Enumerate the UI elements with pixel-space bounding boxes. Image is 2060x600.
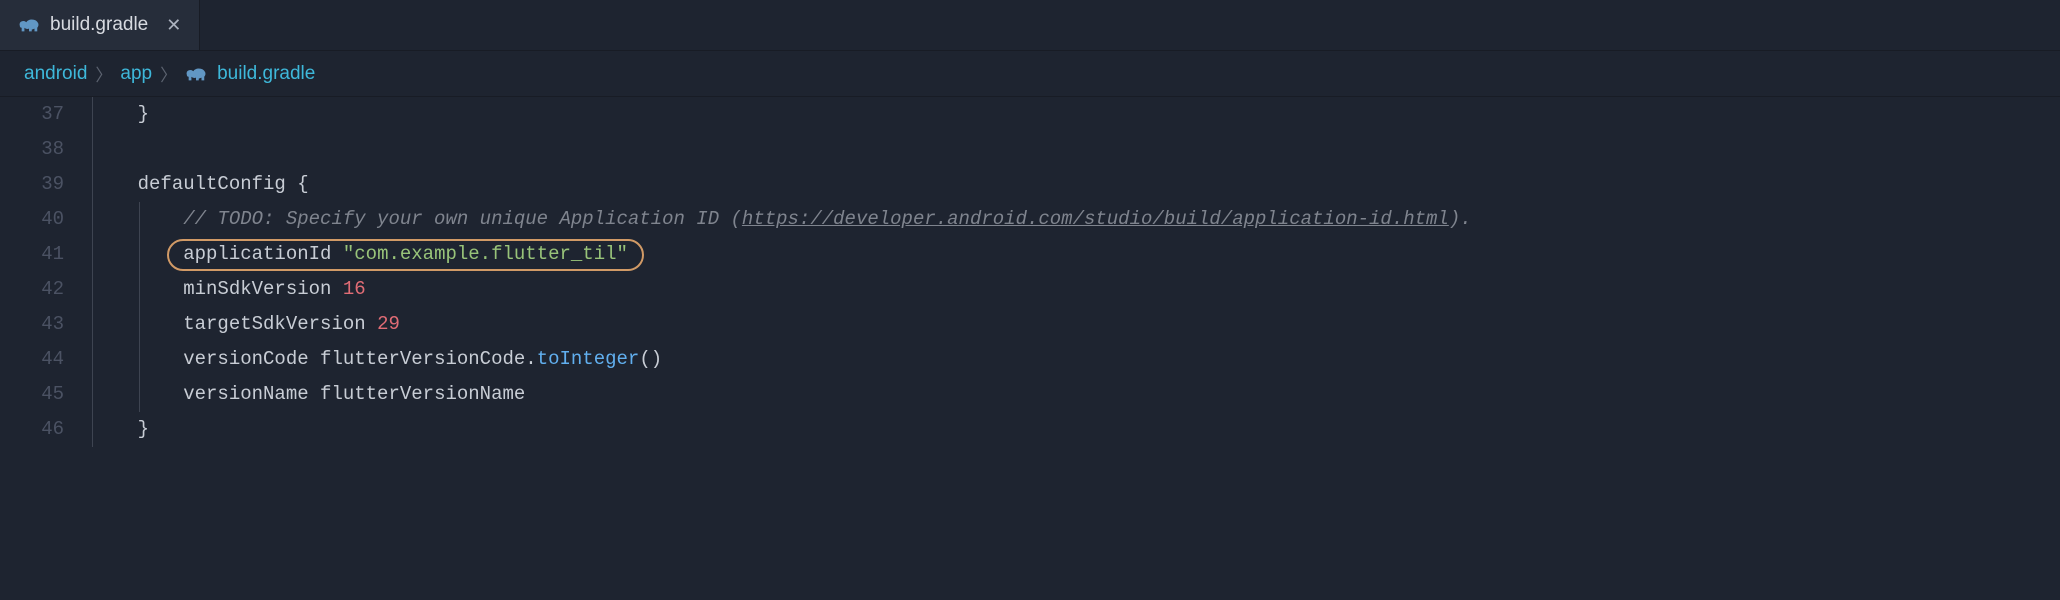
tab-label: build.gradle [50, 14, 148, 36]
chevron-right-icon: 〉 [160, 61, 177, 86]
breadcrumb-app[interactable]: app [120, 63, 152, 85]
line-number: 45 [0, 377, 64, 412]
close-icon[interactable]: ✕ [166, 15, 181, 36]
highlighted-application-id: applicationId "com.example.flutter_til" [167, 239, 644, 271]
line-number: 41 [0, 237, 64, 272]
tab-bar: build.gradle ✕ [0, 0, 2060, 50]
code-line[interactable]: // TODO: Specify your own unique Applica… [92, 202, 2060, 237]
line-number: 44 [0, 342, 64, 377]
line-number: 39 [0, 167, 64, 202]
line-number: 38 [0, 132, 64, 167]
breadcrumb-android[interactable]: android [24, 63, 87, 85]
code-line[interactable]: targetSdkVersion 29 [92, 307, 2060, 342]
chevron-right-icon: 〉 [95, 61, 112, 86]
code-line[interactable]: applicationId "com.example.flutter_til" [92, 237, 2060, 272]
breadcrumb: android 〉 app 〉 build.gradle [0, 50, 2060, 96]
line-gutter: 37383940414243444546 [0, 97, 92, 447]
code-line[interactable]: minSdkVersion 16 [92, 272, 2060, 307]
tab-build-gradle[interactable]: build.gradle ✕ [0, 0, 200, 50]
line-number: 46 [0, 412, 64, 447]
code-line[interactable]: versionName flutterVersionName [92, 377, 2060, 412]
elephant-icon [185, 65, 207, 83]
code-line[interactable]: defaultConfig { [92, 167, 2060, 202]
code-line[interactable]: } [92, 412, 2060, 447]
code-line[interactable] [92, 132, 2060, 167]
line-number: 40 [0, 202, 64, 237]
line-number: 37 [0, 97, 64, 132]
code-line[interactable]: versionCode flutterVersionCode.toInteger… [92, 342, 2060, 377]
line-number: 43 [0, 307, 64, 342]
code-line[interactable]: } [92, 97, 2060, 132]
code-area[interactable]: } defaultConfig { // TODO: Specify your … [92, 97, 2060, 447]
breadcrumb-file[interactable]: build.gradle [217, 63, 315, 85]
elephant-icon [18, 16, 40, 34]
code-editor[interactable]: 37383940414243444546 } defaultConfig { /… [0, 96, 2060, 447]
line-number: 42 [0, 272, 64, 307]
